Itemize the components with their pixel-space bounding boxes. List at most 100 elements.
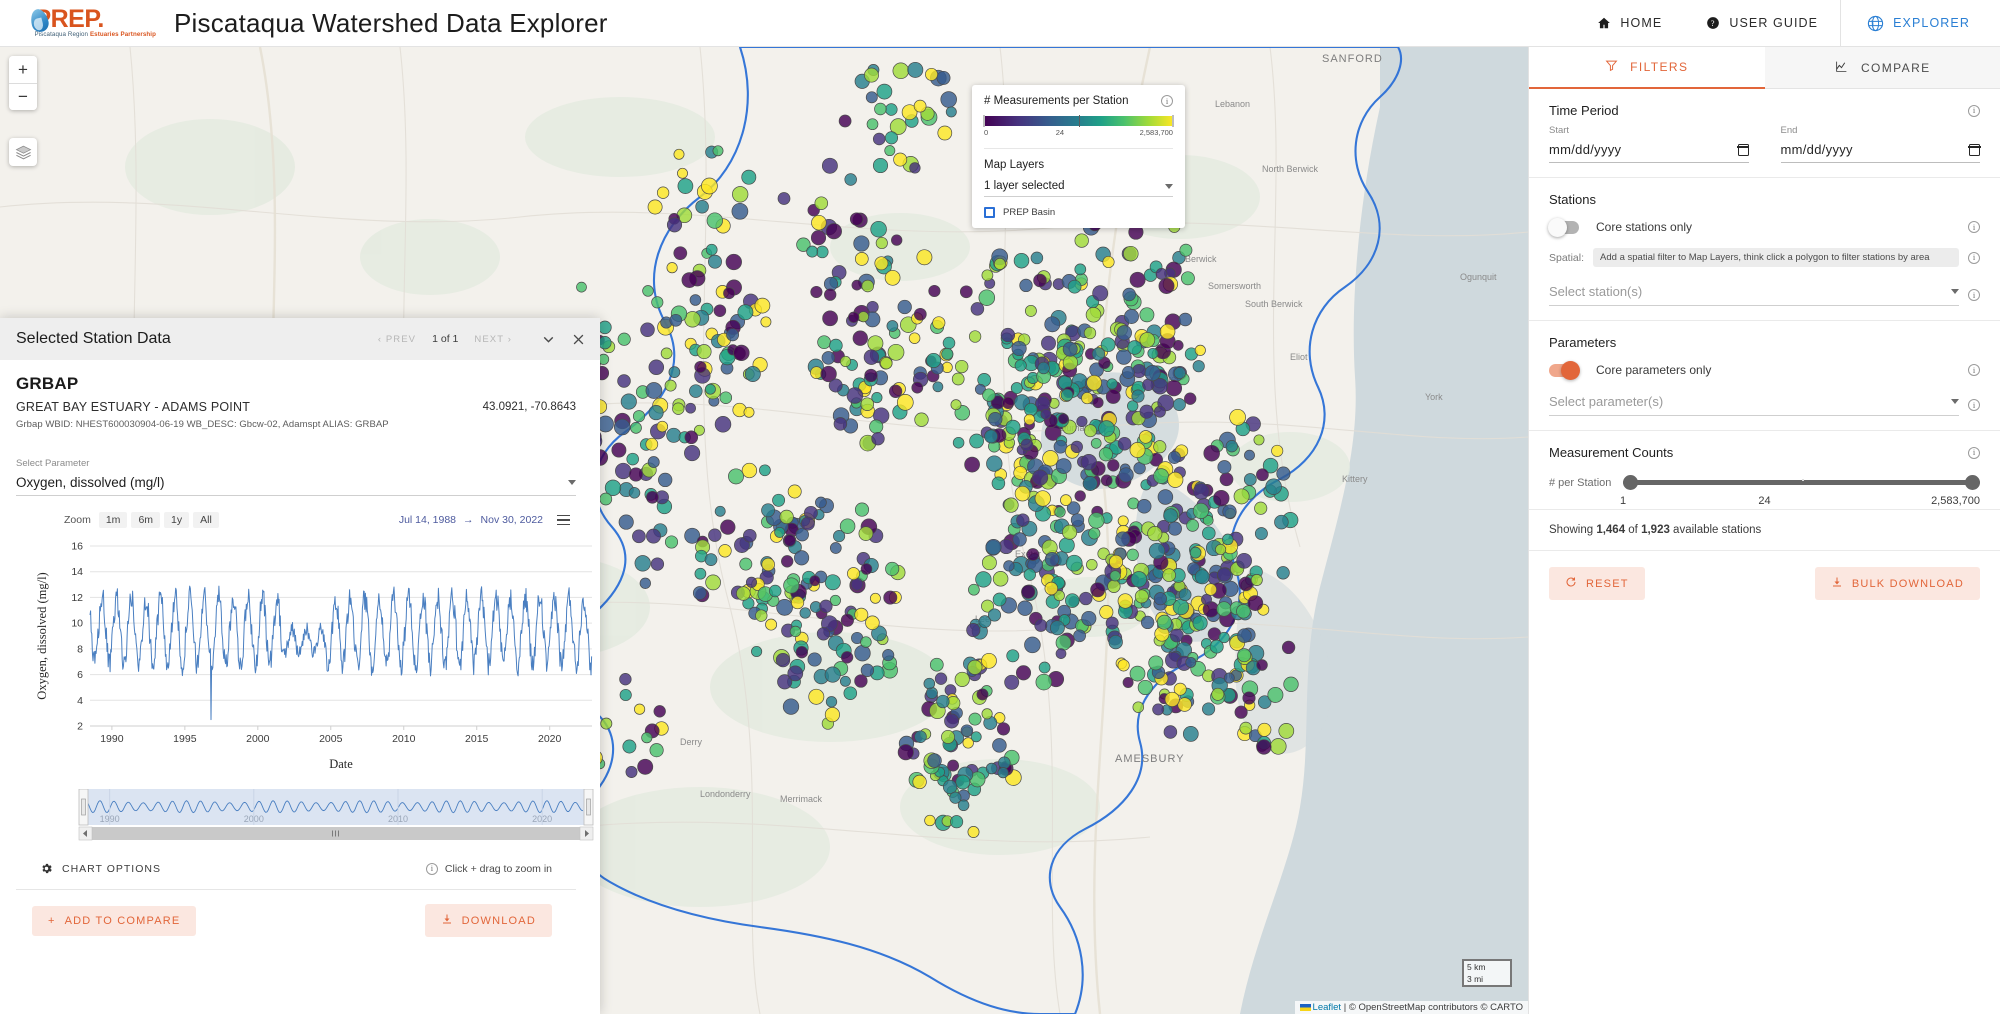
station-marker[interactable] — [653, 705, 666, 718]
station-marker[interactable] — [1153, 592, 1167, 606]
station-marker[interactable] — [960, 724, 974, 737]
timeseries-chart[interactable]: 2 4 6 8 10 12 14 16 1990 1995 2000 2005 2010 2015 202… — [16, 534, 593, 779]
station-marker[interactable] — [955, 774, 971, 790]
station-marker[interactable] — [632, 529, 646, 544]
station-marker[interactable] — [656, 186, 670, 199]
station-marker[interactable] — [1148, 655, 1164, 671]
station-marker[interactable] — [695, 199, 709, 214]
station-marker[interactable] — [598, 336, 612, 350]
station-marker[interactable] — [824, 707, 840, 723]
station-marker[interactable] — [648, 405, 664, 421]
station-marker[interactable] — [708, 528, 722, 542]
station-marker[interactable] — [1217, 567, 1232, 582]
station-marker[interactable] — [1237, 648, 1252, 663]
station-marker[interactable] — [821, 157, 838, 174]
station-marker[interactable] — [794, 550, 810, 566]
station-marker[interactable] — [976, 688, 989, 701]
station-marker[interactable] — [851, 279, 863, 291]
station-marker[interactable] — [1060, 388, 1074, 402]
station-marker[interactable] — [940, 91, 957, 108]
station-marker[interactable] — [1122, 287, 1136, 302]
station-marker[interactable] — [815, 496, 827, 509]
station-marker[interactable] — [1016, 513, 1030, 527]
station-marker[interactable] — [1215, 543, 1227, 556]
station-marker[interactable] — [1201, 594, 1212, 605]
station-marker[interactable] — [677, 167, 688, 179]
station-marker[interactable] — [639, 577, 651, 589]
station-marker[interactable] — [1109, 570, 1121, 582]
station-marker[interactable] — [1281, 640, 1296, 655]
station-marker[interactable] — [928, 284, 941, 298]
station-marker[interactable] — [664, 535, 679, 549]
station-marker[interactable] — [1055, 458, 1072, 474]
station-marker[interactable] — [985, 762, 998, 775]
station-marker[interactable] — [1081, 610, 1097, 627]
station-marker[interactable] — [853, 235, 870, 252]
station-marker[interactable] — [649, 743, 664, 758]
station-marker[interactable] — [884, 145, 896, 157]
station-marker[interactable] — [1234, 705, 1248, 719]
station-marker[interactable] — [1140, 615, 1155, 630]
station-marker[interactable] — [677, 178, 694, 194]
station-marker[interactable] — [1080, 454, 1097, 471]
station-marker[interactable] — [866, 118, 879, 131]
station-marker[interactable] — [825, 696, 838, 708]
map-layers-select[interactable]: 1 layer selected — [984, 180, 1173, 197]
station-marker[interactable] — [732, 186, 749, 203]
station-marker[interactable] — [1132, 701, 1145, 713]
station-marker[interactable] — [664, 379, 677, 392]
station-marker[interactable] — [1222, 533, 1234, 546]
station-marker[interactable] — [743, 528, 757, 543]
download-button[interactable]: DOWNLOAD — [424, 904, 552, 937]
station-marker[interactable] — [692, 586, 707, 600]
station-marker[interactable] — [684, 430, 699, 445]
station-marker[interactable] — [1082, 476, 1098, 491]
station-marker[interactable] — [1098, 447, 1113, 462]
station-marker[interactable] — [1256, 739, 1272, 755]
station-marker[interactable] — [816, 245, 829, 259]
station-marker[interactable] — [952, 436, 965, 449]
station-marker[interactable] — [706, 212, 723, 229]
station-marker[interactable] — [1257, 722, 1272, 737]
station-marker[interactable] — [733, 344, 750, 362]
zoom-range-6m[interactable]: 6m — [131, 512, 161, 528]
station-marker[interactable] — [861, 279, 874, 293]
station-marker[interactable] — [625, 766, 638, 778]
legend-info-icon[interactable]: i — [1161, 95, 1173, 107]
station-marker[interactable] — [932, 381, 944, 393]
station-marker[interactable] — [617, 332, 631, 346]
station-marker[interactable] — [937, 125, 953, 141]
station-marker[interactable] — [1253, 434, 1265, 446]
station-marker[interactable] — [897, 744, 914, 761]
station-marker[interactable] — [795, 646, 808, 659]
station-marker[interactable] — [1223, 672, 1235, 684]
station-marker[interactable] — [852, 330, 868, 346]
station-marker[interactable] — [874, 102, 887, 116]
station-marker[interactable] — [911, 381, 924, 394]
station-marker[interactable] — [970, 302, 985, 316]
station-marker[interactable] — [789, 625, 802, 638]
station-marker[interactable] — [1131, 389, 1145, 403]
station-marker[interactable] — [704, 553, 718, 566]
range-start[interactable]: Jul 14, 1988 — [399, 514, 456, 526]
station-marker[interactable] — [774, 526, 786, 538]
chevron-down-icon[interactable] — [540, 331, 557, 348]
station-marker[interactable] — [1123, 245, 1139, 262]
station-marker[interactable] — [942, 779, 958, 795]
station-marker[interactable] — [1023, 413, 1036, 426]
station-marker[interactable] — [860, 636, 872, 648]
station-marker[interactable] — [1023, 568, 1036, 581]
station-marker[interactable] — [1283, 676, 1299, 692]
station-marker[interactable] — [1019, 278, 1033, 293]
station-marker[interactable] — [745, 576, 758, 588]
station-marker[interactable] — [647, 199, 663, 215]
station-marker[interactable] — [1167, 451, 1181, 464]
station-marker[interactable] — [866, 300, 879, 314]
calendar-icon[interactable] — [1968, 143, 1981, 156]
station-marker[interactable] — [1247, 595, 1264, 611]
station-marker[interactable] — [929, 657, 944, 672]
station-marker[interactable] — [1156, 614, 1172, 630]
station-marker[interactable] — [1015, 665, 1032, 681]
station-marker[interactable] — [1211, 687, 1225, 701]
station-marker[interactable] — [645, 437, 659, 451]
